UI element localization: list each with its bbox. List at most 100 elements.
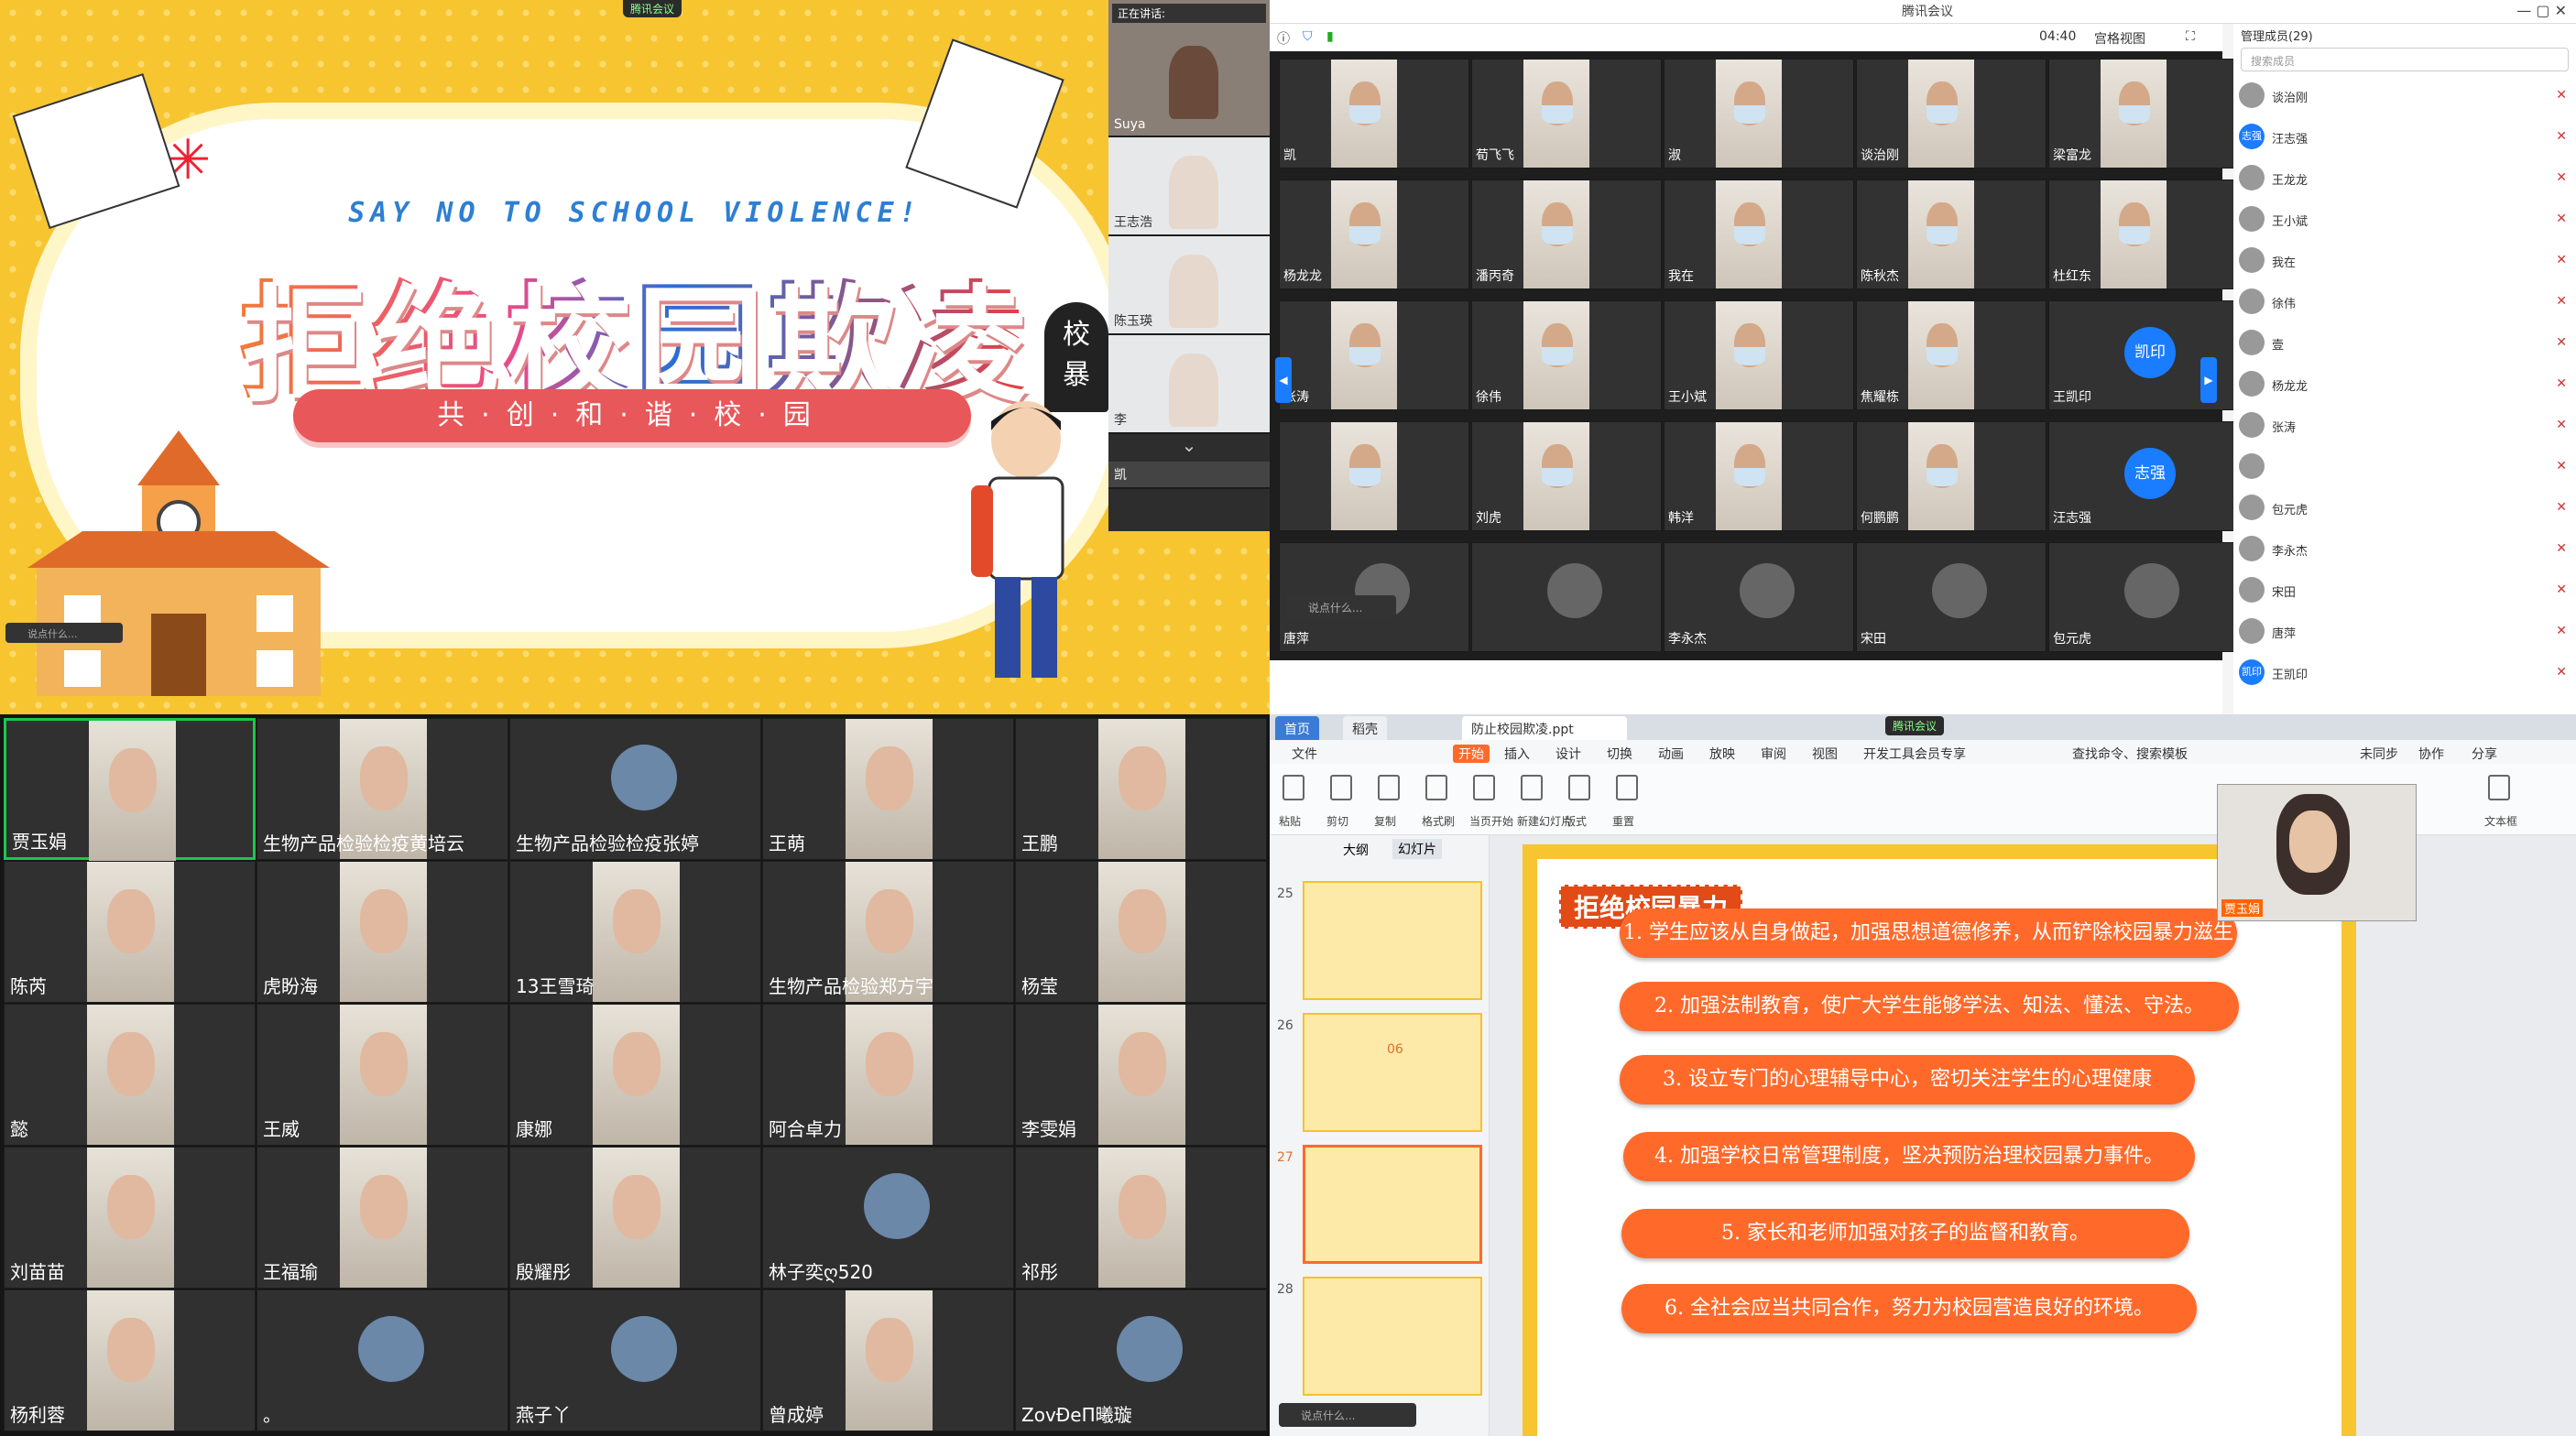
video-tile[interactable]: ZovĐeΠ曦璇 <box>1015 1289 1267 1431</box>
tab-slides[interactable]: 幻灯片 <box>1392 839 1442 859</box>
video-tile[interactable]: 王萌 <box>762 718 1014 860</box>
menu-item[interactable]: 会员专享 <box>1915 745 1966 763</box>
mic-muted-icon[interactable]: ✕ <box>2556 459 2567 473</box>
shield-icon[interactable]: ⛉ <box>1303 29 1313 44</box>
tab-home[interactable]: 首页 <box>1275 716 1319 740</box>
video-tile[interactable]: 李永杰 <box>1664 542 1854 652</box>
video-tile[interactable]: 刘虎 <box>1471 421 1662 531</box>
slide-thumb-25[interactable] <box>1303 881 1482 1000</box>
video-tile[interactable]: 何鹏鹏 <box>1856 421 2047 531</box>
slide-thumb-26[interactable]: 06 <box>1303 1013 1482 1132</box>
member-row[interactable]: 我在 ✕ <box>2233 240 2576 281</box>
ribbon-button[interactable]: 复制 <box>1374 813 1396 829</box>
chevron-down-icon[interactable]: ⌄ <box>1108 434 1270 462</box>
member-row[interactable]: 杨龙龙 ✕ <box>2233 364 2576 405</box>
stack-tile[interactable]: 正在讲话: Suya <box>1108 0 1270 137</box>
member-row[interactable]: 壹 ✕ <box>2233 322 2576 364</box>
menu-item[interactable]: 设计 <box>1555 745 1581 763</box>
member-row[interactable]: 李永杰 ✕ <box>2233 528 2576 570</box>
video-tile[interactable]: 林子奕ღ520 <box>762 1147 1014 1289</box>
member-row[interactable]: 谈治刚 ✕ <box>2233 75 2576 116</box>
mic-muted-icon[interactable]: ✕ <box>2556 253 2567 267</box>
member-search-input[interactable]: 搜索成员 <box>2241 48 2569 71</box>
stack-tile[interactable]: 凯 <box>1108 462 1270 489</box>
search-command[interactable]: 查找命令、搜索模板 <box>2072 745 2188 763</box>
view-mode-button[interactable]: 宫格视图 <box>2094 29 2145 48</box>
video-tile[interactable]: 生物产品检验检疫张婷 <box>509 718 761 860</box>
video-tile[interactable]: 13王雪琦 <box>509 861 761 1003</box>
menu-item[interactable]: 开始 <box>1453 745 1490 763</box>
grid-prev-button[interactable]: ◀ <box>1275 357 1292 403</box>
video-tile[interactable]: 谈治刚 <box>1856 59 2047 169</box>
video-tile[interactable]: 杜红东 <box>2048 180 2239 289</box>
chat-input[interactable]: 说点什么... <box>1279 1403 1416 1427</box>
mic-muted-icon[interactable]: ✕ <box>2556 376 2567 391</box>
video-tile[interactable]: 虎盼海 <box>257 861 508 1003</box>
video-tile[interactable]: 刘苗苗 <box>4 1147 256 1289</box>
video-tile[interactable]: 王福瑜 <box>257 1147 508 1289</box>
mic-muted-icon[interactable]: ✕ <box>2556 582 2567 597</box>
mic-muted-icon[interactable]: ✕ <box>2556 170 2567 185</box>
current-slide[interactable]: 拒绝校园暴力 1. 学生应该从自身做起，加强思想道德修养，从而铲除校园暴力滋生的… <box>1523 844 2356 1436</box>
video-tile[interactable]: 杨利蓉 <box>4 1289 256 1431</box>
menu-item[interactable]: 开发工具 <box>1863 745 1915 763</box>
video-tile[interactable]: 陈秋杰 <box>1856 180 2047 289</box>
member-row[interactable]: 王小斌 ✕ <box>2233 199 2576 240</box>
chat-input[interactable]: 说点什么... <box>5 623 123 643</box>
video-tile[interactable]: 阿合卓力 <box>762 1004 1014 1146</box>
video-tile[interactable]: 。 <box>257 1289 508 1431</box>
video-tile[interactable]: 生物产品检验检疫黄培云 <box>257 718 508 860</box>
video-tile[interactable]: 淑 <box>1664 59 1854 169</box>
info-icon[interactable]: ⓘ <box>1277 29 1290 48</box>
mic-muted-icon[interactable]: ✕ <box>2556 418 2567 432</box>
mic-muted-icon[interactable]: ✕ <box>2556 335 2567 350</box>
video-tile[interactable]: 荀飞飞 <box>1471 59 1662 169</box>
video-tile[interactable]: 殷耀彤 <box>509 1147 761 1289</box>
member-row[interactable]: 志强 汪志强 ✕ <box>2233 116 2576 158</box>
member-row[interactable]: 包元虎 ✕ <box>2233 487 2576 528</box>
collab-button[interactable]: 协作 <box>2418 745 2444 763</box>
ribbon-button[interactable]: 重置 <box>1612 813 1634 829</box>
menu-item[interactable]: 视图 <box>1812 745 1838 763</box>
member-row[interactable]: 张涛 ✕ <box>2233 405 2576 446</box>
menu-item[interactable]: 插入 <box>1504 745 1530 763</box>
video-tile[interactable]: 陈芮 <box>4 861 256 1003</box>
mic-muted-icon[interactable]: ✕ <box>2556 541 2567 556</box>
video-tile[interactable]: 杨龙龙 <box>1279 180 1469 289</box>
menu-item[interactable]: 审阅 <box>1761 745 1786 763</box>
video-tile[interactable]: 王威 <box>257 1004 508 1146</box>
ribbon-button[interactable]: 格式刷 <box>1422 813 1455 829</box>
video-tile[interactable]: 王鹏 <box>1015 718 1267 860</box>
mic-muted-icon[interactable]: ✕ <box>2556 88 2567 103</box>
meeting-chip[interactable]: 腾讯会议 <box>1885 716 1945 735</box>
presenter-video[interactable]: 贾玉娟 <box>2217 784 2417 921</box>
share-button[interactable]: 分享 <box>2472 745 2497 763</box>
menu-item[interactable]: 放映 <box>1709 745 1735 763</box>
ribbon-button[interactable]: 新建幻灯片 <box>1517 813 1572 829</box>
chat-input[interactable]: 说点什么... <box>1286 595 1396 619</box>
ribbon-button[interactable]: 当页开始 <box>1469 813 1513 829</box>
menu-item[interactable]: 切换 <box>1607 745 1632 763</box>
video-tile[interactable]: 韩洋 <box>1664 421 1854 531</box>
video-tile[interactable]: 我在 <box>1664 180 1854 289</box>
video-tile[interactable]: 凯 <box>1279 59 1469 169</box>
video-tile[interactable]: 包元虎 <box>2048 542 2239 652</box>
window-controls[interactable]: — ▢ ✕ <box>2516 2 2567 19</box>
mic-muted-icon[interactable]: ✕ <box>2556 624 2567 638</box>
mic-muted-icon[interactable]: ✕ <box>2556 665 2567 680</box>
member-row[interactable]: 徐伟 ✕ <box>2233 281 2576 322</box>
sync-status[interactable]: 未同步 <box>2360 745 2398 763</box>
video-tile[interactable]: 李雯娟 <box>1015 1004 1267 1146</box>
video-tile[interactable]: 宋田 <box>1856 542 2047 652</box>
video-tile[interactable]: 杨莹 <box>1015 861 1267 1003</box>
video-tile[interactable]: 王小斌 <box>1664 300 1854 410</box>
meeting-chip[interactable]: 腾讯会议 <box>623 0 682 17</box>
ribbon-button[interactable]: 粘贴 <box>1279 813 1301 829</box>
stack-tile[interactable]: 李 <box>1108 335 1270 434</box>
tab-outline[interactable]: 大纲 <box>1343 841 1369 859</box>
video-tile[interactable]: 燕子丫 <box>509 1289 761 1431</box>
mic-muted-icon[interactable]: ✕ <box>2556 500 2567 515</box>
video-tile[interactable]: 志强 汪志强 <box>2048 421 2239 531</box>
video-tile[interactable]: 焦耀栋 <box>1856 300 2047 410</box>
video-tile[interactable]: 贾玉娟 <box>4 718 256 861</box>
